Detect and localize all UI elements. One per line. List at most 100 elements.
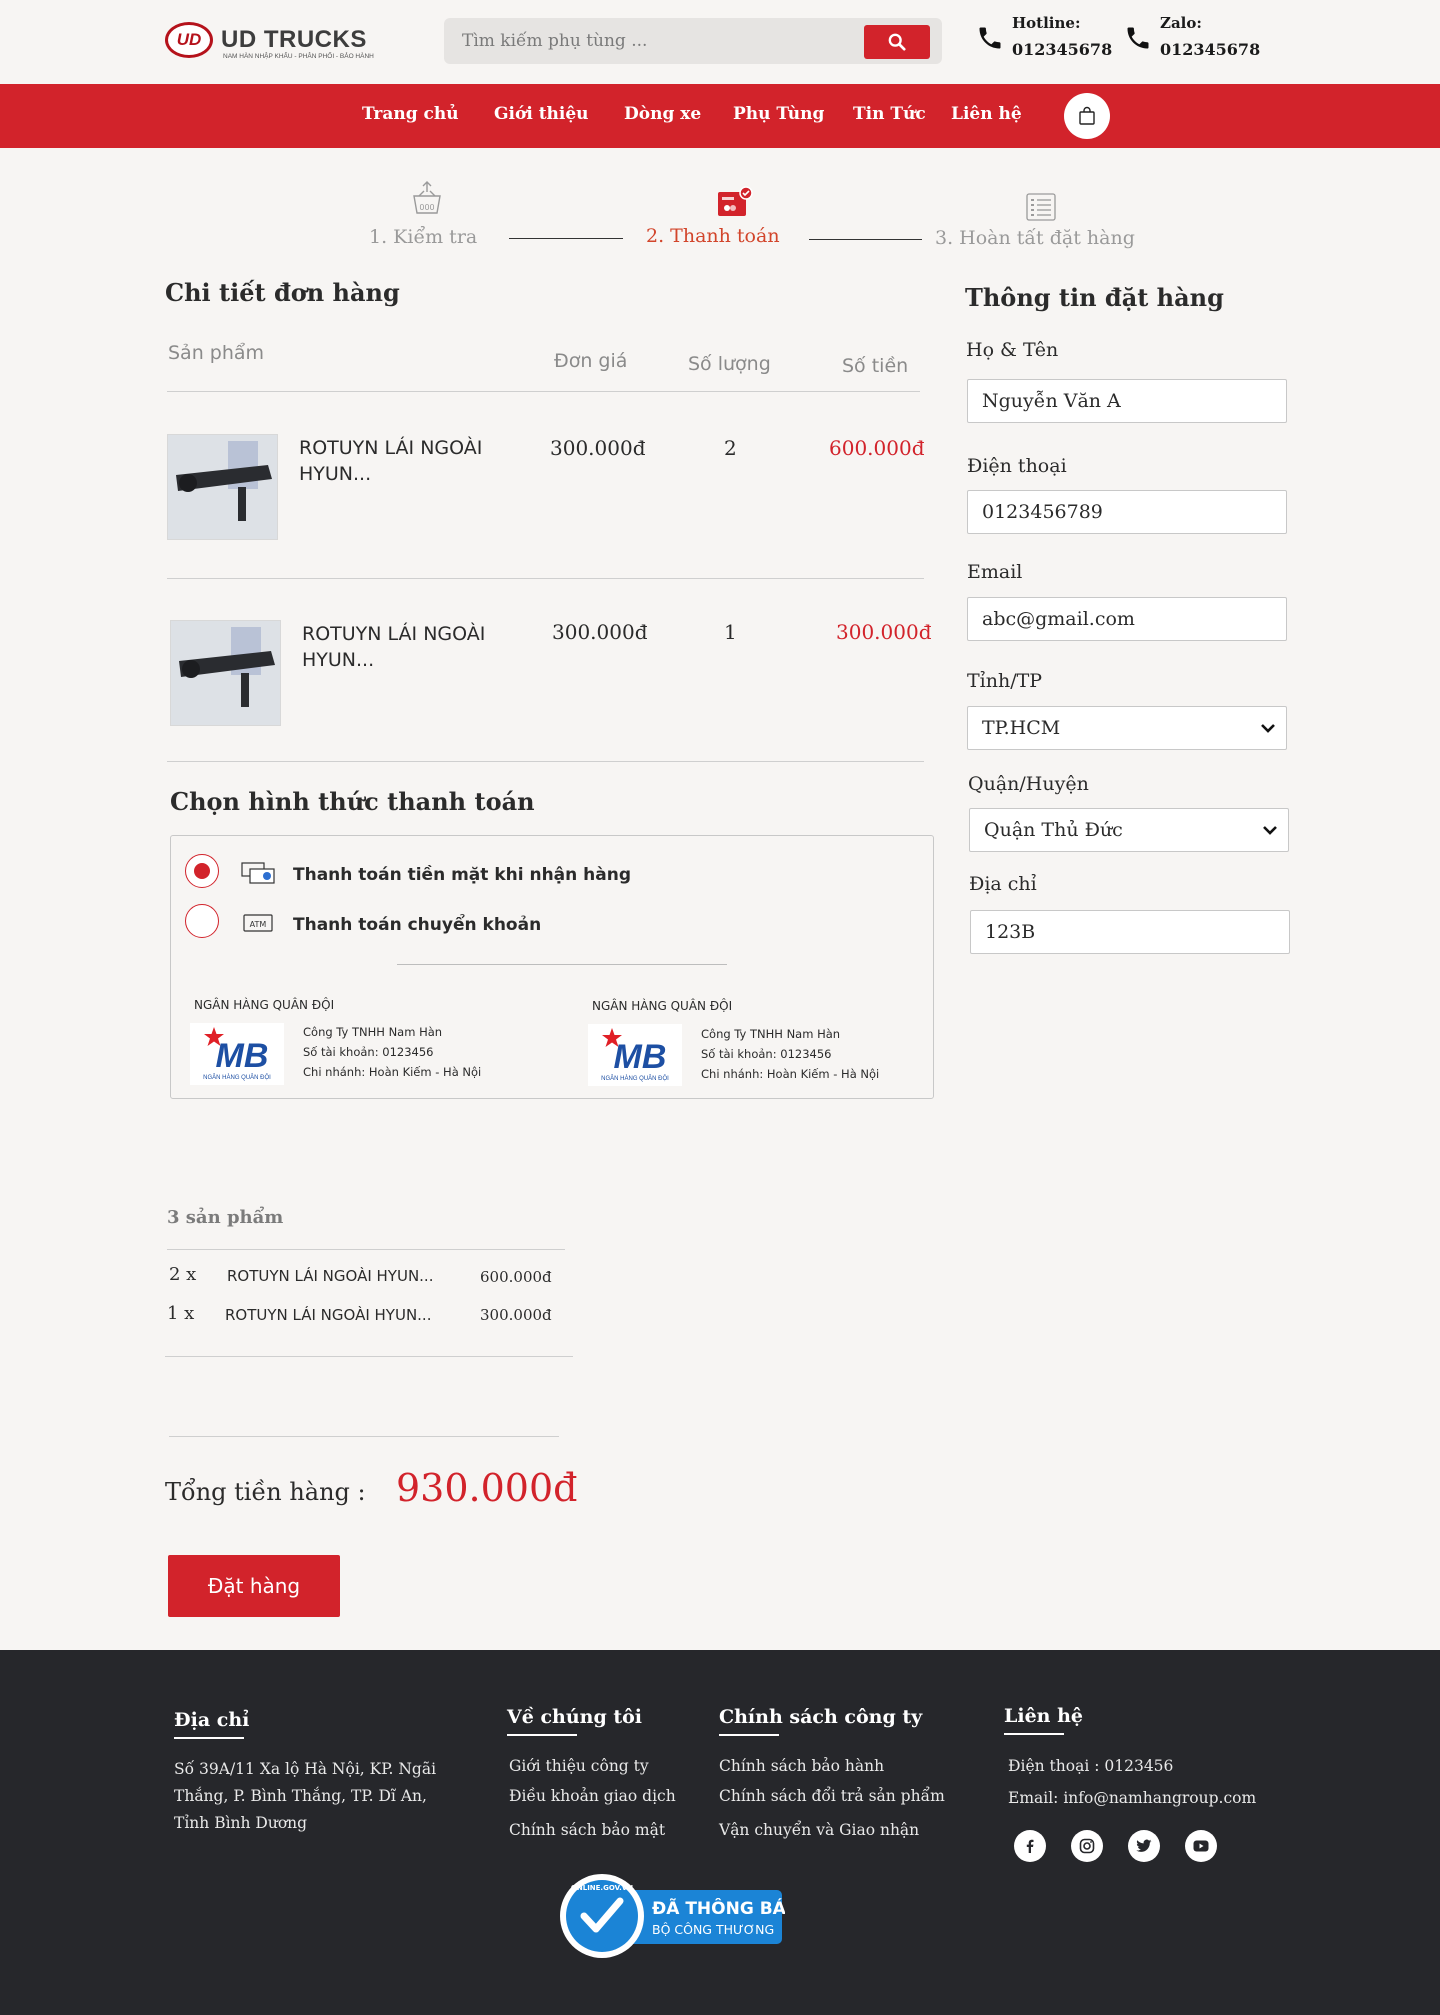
brand-badge: UD (165, 22, 213, 58)
summary-divider (167, 1249, 565, 1250)
step-check[interactable]: 1. Kiểm tra (369, 226, 477, 248)
facebook-icon[interactable] (1014, 1830, 1046, 1862)
bank-account: Số tài khoản: 0123456 (701, 1047, 832, 1061)
svg-text:BỘ CÔNG THƯƠNG: BỘ CÔNG THƯƠNG (652, 1922, 774, 1937)
footer-link[interactable]: Vận chuyển và Giao nhận (719, 1821, 919, 1839)
title-underline (719, 1734, 779, 1736)
table-divider (167, 761, 924, 762)
district-value: Quận Thủ Đức (984, 819, 1123, 841)
twitter-icon[interactable] (1128, 1830, 1160, 1862)
place-order-button[interactable]: Đặt hàng (168, 1555, 340, 1617)
bank-company: Công Ty TNHH Nam Hàn (303, 1025, 443, 1039)
brand-tagline: NAM HÀN NHẬP KHẨU - PHÂN PHỐI - BẢO HÀNH (223, 53, 374, 60)
brand-name: UD TRUCKS (221, 26, 367, 53)
radio-transfer[interactable] (185, 904, 219, 938)
table-divider (167, 391, 920, 392)
svg-text:000: 000 (419, 203, 434, 212)
summary-product: ROTUYN LÁI NGOÀI HYUN... (227, 1267, 434, 1285)
footer-address-text: Số 39A/11 Xa lộ Hà Nội, KP. Ngãi Thắng, … (174, 1760, 437, 1832)
svg-text:NGÂN HÀNG QUÂN ĐỘI: NGÂN HÀNG QUÂN ĐỘI (601, 1075, 669, 1082)
name-field[interactable]: Nguyễn Văn A (967, 379, 1287, 423)
zalo-contact[interactable]: Zalo: 012345678 (1124, 12, 1264, 64)
item-count: 3 sản phẩm (167, 1207, 284, 1228)
table-divider (167, 578, 924, 579)
payment-divider (397, 964, 727, 965)
total-value: 930.000đ (396, 1466, 578, 1510)
bank-account: Số tài khoản: 0123456 (303, 1045, 434, 1059)
province-label: Tỉnh/TP (967, 670, 1043, 692)
phone-icon (1127, 27, 1149, 49)
product-name[interactable]: ROTUYN LÁI NGOÀI HYUN... (302, 621, 502, 673)
svg-text:ĐÃ THÔNG BÁO: ĐÃ THÔNG BÁO (652, 1896, 785, 1919)
step-complete[interactable]: 3. Hoàn tất đặt hàng (935, 227, 1135, 249)
svg-text:MB: MB (614, 1038, 667, 1076)
bank-branch: Chi nhánh: Hoàn Kiếm - Hà Nội (303, 1065, 482, 1079)
bank-company: Công Ty TNHH Nam Hàn (701, 1027, 841, 1041)
footer-link[interactable]: Điều khoản giao dịch (509, 1787, 676, 1805)
radio-cash[interactable] (185, 854, 219, 888)
cart-button[interactable] (1064, 93, 1110, 139)
youtube-icon[interactable] (1185, 1830, 1217, 1862)
nav-item-parts[interactable]: Phụ Tùng (733, 104, 824, 124)
hotline-contact[interactable]: Hotline: 012345678 (976, 12, 1116, 64)
search-input[interactable] (462, 26, 842, 56)
footer-link[interactable]: Chính sách bảo hành (719, 1757, 884, 1775)
chevron-down-icon (1263, 826, 1277, 835)
nav-item-contact[interactable]: Liên hệ (951, 104, 1022, 124)
summary-divider (169, 1436, 559, 1437)
email-label: Email (967, 561, 1023, 583)
order-info-title: Thông tin đặt hàng (965, 283, 1224, 312)
zalo-value: 012345678 (1160, 40, 1261, 59)
col-quantity: Số lượng (688, 353, 771, 375)
title-underline (174, 1737, 244, 1739)
footer-phone: Điện thoại : 0123456 (1008, 1757, 1174, 1775)
instagram-icon[interactable] (1071, 1830, 1103, 1862)
main-nav: Trang chủ Giới thiệu Dòng xe Phụ Tùng Ti… (0, 84, 1440, 148)
address-label: Địa chỉ (969, 873, 1037, 895)
total-label: Tổng tiền hàng : (165, 1478, 366, 1506)
search-bar (444, 18, 942, 64)
bank-branch: Chi nhánh: Hoàn Kiếm - Hà Nội (701, 1067, 880, 1081)
email-field[interactable]: abc@gmail.com (967, 597, 1287, 641)
footer-link[interactable]: Chính sách bảo mật (509, 1821, 665, 1839)
phone-field[interactable]: 0123456789 (967, 490, 1287, 534)
site-header: UD UD TRUCKS NAM HÀN NHẬP KHẨU - PHÂN PH… (0, 0, 1440, 84)
payment-option-cash[interactable]: Thanh toán tiền mặt khi nhận hàng (293, 865, 631, 885)
district-select[interactable]: Quận Thủ Đức (969, 808, 1289, 852)
mb-bank-logo: MB NGÂN HÀNG QUÂN ĐỘI (588, 1024, 682, 1086)
line-total: 300.000đ (836, 620, 932, 644)
chevron-down-icon (1261, 724, 1275, 733)
product-image[interactable] (170, 620, 281, 726)
payment-option-transfer[interactable]: Thanh toán chuyển khoản (293, 915, 541, 935)
quantity: 2 (724, 436, 737, 460)
address-field[interactable]: 123B (970, 910, 1290, 954)
footer-email[interactable]: Email: info@namhangroup.com (1008, 1789, 1256, 1807)
payment-options-box: Thanh toán tiền mặt khi nhận hàng ATM Th… (170, 835, 934, 1099)
zalo-label: Zalo: (1160, 14, 1202, 32)
basket-icon: 000 (411, 180, 443, 216)
nav-item-news[interactable]: Tin Tức (853, 104, 926, 124)
nav-item-vehicles[interactable]: Dòng xe (624, 104, 701, 124)
footer-contact-title: Liên hệ (1004, 1705, 1083, 1727)
summary-divider (165, 1356, 573, 1357)
product-name[interactable]: ROTUYN LÁI NGOÀI HYUN... (299, 435, 499, 487)
svg-text:MB: MB (216, 1037, 269, 1075)
footer-about-title: Về chúng tôi (507, 1706, 643, 1728)
footer-link[interactable]: Giới thiệu công ty (509, 1757, 649, 1775)
col-unit-price: Đơn giá (554, 350, 628, 372)
nav-item-about[interactable]: Giới thiệu (494, 104, 589, 124)
summary-product: ROTUYN LÁI NGOÀI HYUN... (225, 1306, 432, 1324)
step-payment[interactable]: 2. Thanh toán (646, 225, 780, 247)
brand-logo[interactable]: UD UD TRUCKS NAM HÀN NHẬP KHẨU - PHÂN PH… (165, 20, 375, 64)
province-select[interactable]: TP.HCM (967, 706, 1287, 750)
nav-item-home[interactable]: Trang chủ (362, 104, 459, 124)
product-image[interactable] (167, 434, 278, 540)
mb-bank-logo: MB NGÂN HÀNG QUÂN ĐỘI (190, 1023, 284, 1085)
search-button[interactable] (864, 25, 930, 59)
line-total: 600.000đ (829, 436, 925, 460)
unit-price: 300.000đ (550, 436, 646, 460)
wallet-check-icon (717, 186, 753, 218)
footer-link[interactable]: Chính sách đổi trả sản phẩm (719, 1787, 945, 1805)
bo-cong-thuong-badge[interactable]: ONLINE.GOV.VN ĐÃ THÔNG BÁO BỘ CÔNG THƯƠN… (560, 1872, 800, 1960)
search-icon (888, 33, 906, 51)
